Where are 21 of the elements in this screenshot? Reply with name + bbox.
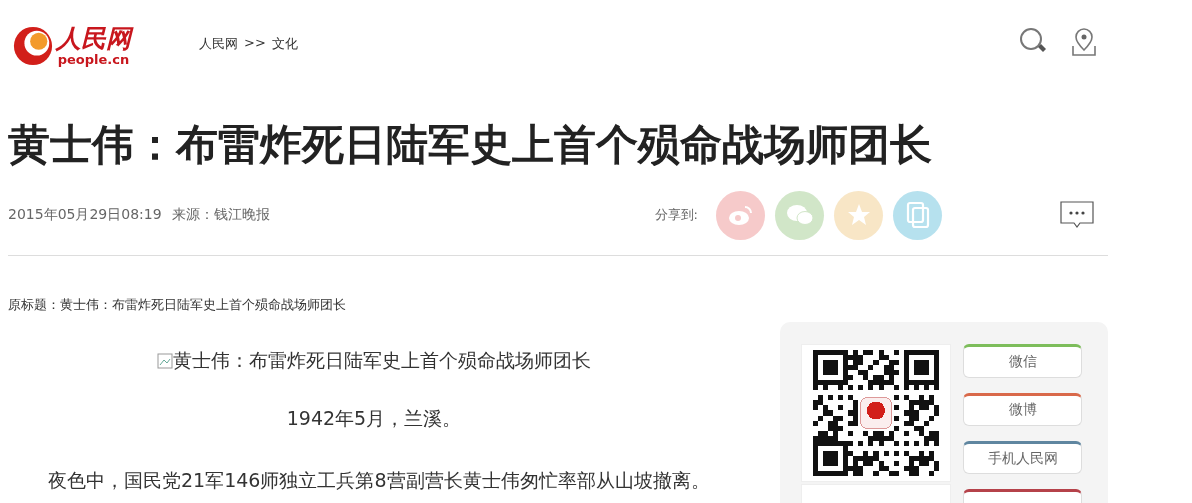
- breadcrumb-link[interactable]: 人民网: [199, 35, 238, 53]
- share-label: 分享到:: [654, 206, 698, 225]
- article-paragraph: 1942年5月，兰溪。: [285, 406, 463, 432]
- sidebar-link-button[interactable]: 手机人民网: [963, 440, 1082, 475]
- location-pin-icon[interactable]: [1070, 27, 1098, 57]
- sidebar-link-button[interactable]: 微博: [963, 392, 1082, 426]
- source-link[interactable]: 来源：钱江晚报: [171, 206, 270, 225]
- image-alt-text: 黄士伟：布雷炸死日陆军史上首个殒命战场师团长: [173, 348, 591, 374]
- copy-icon: [905, 201, 930, 230]
- logo-domain: people.cn: [57, 52, 130, 67]
- publish-date: 2015年05月29日08:19: [8, 206, 162, 225]
- logo-icon: [12, 25, 54, 67]
- broken-image-icon: [157, 353, 173, 370]
- sidebar-link-button[interactable]: 微信: [963, 344, 1082, 378]
- original-title: 原标题：黄士伟：布雷炸死日陆军史上首个殒命战场师团长: [8, 296, 347, 315]
- article-title: 黄士伟：布雷炸死日陆军史上首个殒命战场师团长: [8, 120, 933, 171]
- share-star-button[interactable]: [834, 190, 883, 240]
- breadcrumb-separator: >>: [244, 35, 266, 52]
- comment-icon[interactable]: [1060, 201, 1094, 230]
- article-paragraph: 夜色中，国民党21军146师独立工兵第8营副营长黄士伟匆忙率部从山坡撤离。: [47, 468, 711, 494]
- breadcrumb-link[interactable]: 文化: [271, 35, 298, 53]
